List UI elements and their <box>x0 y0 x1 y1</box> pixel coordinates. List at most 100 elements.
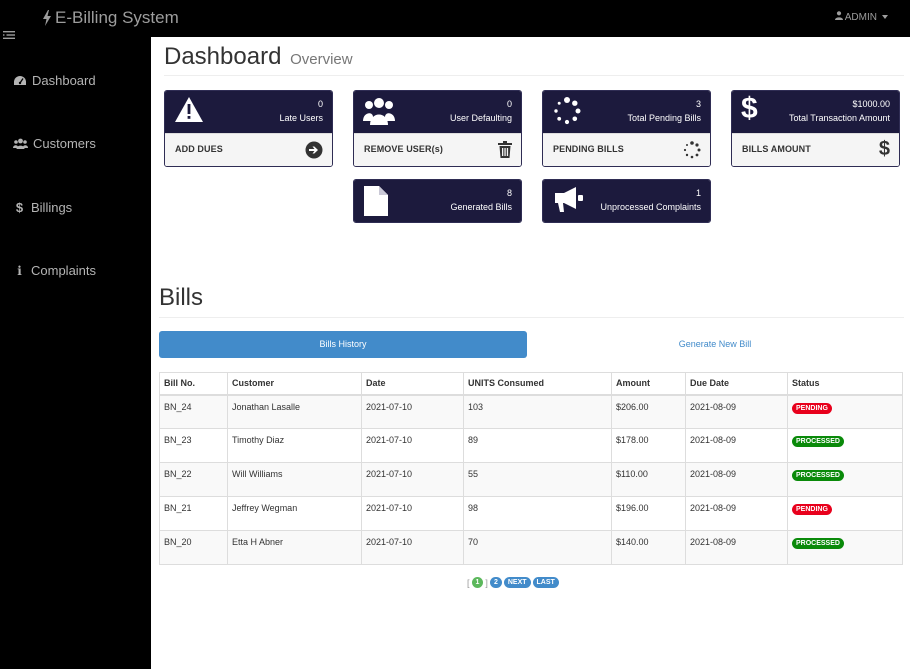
page-title-text: Dashboard <box>164 43 282 70</box>
sidebar-item-customers[interactable]: Customers <box>13 136 96 151</box>
top-navbar: E-Billing System ADMIN <box>0 0 910 37</box>
cell-date: 2021-07-10 <box>361 394 464 429</box>
card-count: 1 <box>695 188 701 198</box>
page-title: Dashboard Overview <box>164 43 353 71</box>
pagination-bracket: [ <box>467 577 470 588</box>
divider <box>164 75 904 76</box>
column-header[interactable]: Amount <box>611 372 686 396</box>
card-count: 8 <box>506 188 512 198</box>
user-menu[interactable]: ADMIN <box>834 11 888 23</box>
sidebar-item-label: Dashboard <box>32 73 96 88</box>
main-content: Dashboard Overview 0 Late Users ADD DUES… <box>151 37 910 669</box>
card-header: 0 User Defaulting <box>354 91 521 133</box>
pending-bills-button[interactable]: PENDING BILLS <box>543 133 710 166</box>
cell-date: 2021-07-10 <box>361 530 464 565</box>
cell-amount: $110.00 <box>611 462 686 497</box>
card-label: Generated Bills <box>450 202 512 212</box>
bolt-icon <box>42 10 52 26</box>
card-count: $1000.00 <box>852 99 890 109</box>
card-label: Late Users <box>279 113 323 123</box>
caret-down-icon <box>882 15 888 19</box>
page-1-button[interactable]: 1 <box>471 577 484 588</box>
column-header[interactable]: Customer <box>227 372 362 396</box>
tab-generate-new-bill[interactable]: Generate New Bill <box>529 331 901 358</box>
cell-date: 2021-07-10 <box>361 462 464 497</box>
page-subtitle: Overview <box>290 51 353 68</box>
trash-icon <box>498 141 512 163</box>
sidebar-item-complaints[interactable]: i Complaints <box>13 263 96 278</box>
cell-status: PENDING <box>787 394 903 429</box>
table-row: BN_20 Etta H Abner 2021-07-10 70 $140.00 2021… <box>159 530 903 565</box>
bills-amount-button[interactable]: BILLS AMOUNT $ <box>732 133 899 166</box>
cell-customer: Jeffrey Wegman <box>227 496 362 531</box>
late-users-card: 0 Late Users ADD DUES <box>164 90 333 167</box>
column-header[interactable]: Due Date <box>685 372 788 396</box>
brand-title: E-Billing System <box>55 8 179 27</box>
cell-date: 2021-07-10 <box>361 496 464 531</box>
brand[interactable]: E-Billing System <box>42 8 179 28</box>
cell-due: 2021-08-09 <box>685 462 788 497</box>
pagination-bracket: ] <box>485 577 488 588</box>
column-header[interactable]: Bill No. <box>159 372 228 396</box>
cell-units: 89 <box>463 428 612 463</box>
cell-units: 98 <box>463 496 612 531</box>
card-header: $ $1000.00 Total Transaction Amount <box>732 91 899 133</box>
cell-bill-no: BN_22 <box>159 462 228 497</box>
cell-amount: $206.00 <box>611 394 686 429</box>
transaction-amount-card: $ $1000.00 Total Transaction Amount BILL… <box>731 90 900 167</box>
cell-customer: Etta H Abner <box>227 530 362 565</box>
users-icon <box>13 138 28 149</box>
cell-customer: Jonathan Lasalle <box>227 394 362 429</box>
user-menu-label: ADMIN <box>844 11 877 23</box>
page-2-button[interactable]: 2 <box>489 577 502 588</box>
unprocessed-complaints-card: 1 Unprocessed Complaints <box>542 179 711 223</box>
sidebar-item-billings[interactable]: $ Billings <box>13 200 72 215</box>
sidebar-item-label: Billings <box>31 200 73 215</box>
status-badge: PENDING <box>792 504 832 515</box>
status-badge: PROCESSED <box>792 470 844 481</box>
card-label: Total Transaction Amount <box>788 113 890 123</box>
cell-customer: Timothy Diaz <box>227 428 362 463</box>
dollar-icon: $ <box>741 92 758 125</box>
cell-due: 2021-08-09 <box>685 394 788 429</box>
last-page-button[interactable]: LAST <box>532 577 559 588</box>
status-badge: PENDING <box>792 402 832 414</box>
dollar-icon: $ <box>15 200 24 215</box>
card-footer-label: REMOVE USER(s) <box>364 144 443 154</box>
card-header: 8 Generated Bills <box>354 180 521 222</box>
tab-bills-history[interactable]: Bills History <box>159 331 527 358</box>
info-icon: i <box>17 263 22 278</box>
cell-customer: Will Williams <box>227 462 362 497</box>
table-row: BN_23 Timothy Diaz 2021-07-10 89 $178.00 2021… <box>159 428 903 463</box>
cell-units: 55 <box>463 462 612 497</box>
arrow-circle-right-icon <box>305 141 323 164</box>
column-header[interactable]: Date <box>361 372 464 396</box>
cell-amount: $178.00 <box>611 428 686 463</box>
card-label: User Defaulting <box>449 113 512 123</box>
status-badge: PROCESSED <box>792 436 844 447</box>
dollar-icon: $ <box>878 138 890 160</box>
sidebar-toggle-icon[interactable] <box>3 27 15 45</box>
user-icon <box>834 11 843 23</box>
cell-units: 103 <box>463 394 612 429</box>
cell-due: 2021-08-09 <box>685 530 788 565</box>
sidebar-item-label: Customers <box>33 136 96 151</box>
cell-amount: $140.00 <box>611 530 686 565</box>
card-footer-label: PENDING BILLS <box>553 144 624 154</box>
cell-due: 2021-08-09 <box>685 496 788 531</box>
card-label: Unprocessed Complaints <box>600 202 701 212</box>
card-footer-label: BILLS AMOUNT <box>742 144 811 154</box>
sidebar-item-dashboard[interactable]: Dashboard <box>13 73 96 88</box>
cell-bill-no: BN_21 <box>159 496 228 531</box>
column-header[interactable]: Status <box>787 372 903 396</box>
cell-date: 2021-07-10 <box>361 428 464 463</box>
column-header[interactable]: UNITS Consumed <box>463 372 612 396</box>
cell-units: 70 <box>463 530 612 565</box>
add-dues-button[interactable]: ADD DUES <box>165 133 332 166</box>
next-page-button[interactable]: NEXT <box>503 577 531 588</box>
card-header: 0 Late Users <box>165 91 332 133</box>
remove-users-button[interactable]: REMOVE USER(s) <box>354 133 521 166</box>
cell-amount: $196.00 <box>611 496 686 531</box>
card-label: Total Pending Bills <box>627 113 701 123</box>
cell-status: PENDING <box>787 496 903 531</box>
